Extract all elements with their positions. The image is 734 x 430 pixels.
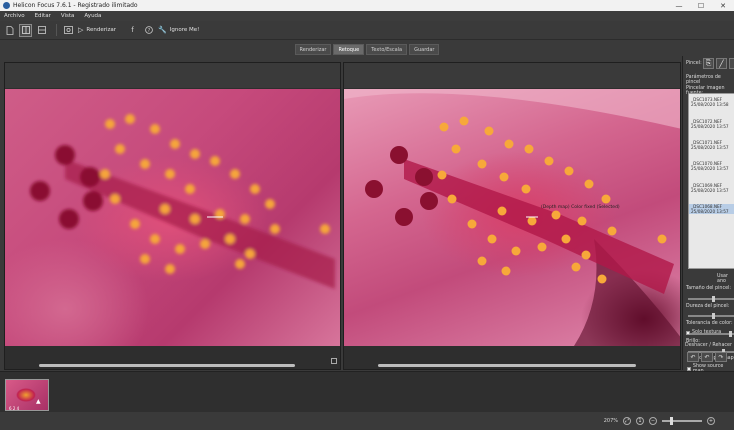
facebook-icon[interactable]: f bbox=[126, 24, 139, 37]
source-image[interactable] bbox=[5, 89, 340, 346]
zoom-fit-icon[interactable]: ⤢ bbox=[623, 417, 631, 425]
source-panel-header bbox=[5, 63, 340, 88]
brush-clone-icon[interactable]: ⎘ bbox=[703, 58, 714, 69]
menu-ayuda[interactable]: Ayuda bbox=[84, 13, 101, 19]
result-thumbnail[interactable]: ▲ 6 2 4 bbox=[5, 379, 49, 411]
brush-params-label: Parámetros de pincel bbox=[686, 75, 721, 85]
menu-editar[interactable]: Editar bbox=[35, 13, 51, 19]
list-item[interactable]: _DSC1069.NEF 25/08/2020 13:57 bbox=[691, 183, 729, 193]
brush-size-label: Tamaño del pincel: bbox=[686, 286, 731, 291]
split-view-horizontal-icon[interactable] bbox=[35, 24, 48, 37]
ignore-me-label: Ignore Me! bbox=[169, 27, 200, 33]
toolbar: ▷ Renderizar f ? 🔧 Ignore Me! bbox=[0, 21, 734, 40]
zoom-slider[interactable] bbox=[662, 417, 702, 425]
tab-retoque[interactable]: Retoque bbox=[333, 44, 365, 55]
zoom-actual-icon[interactable]: 1 bbox=[636, 417, 644, 425]
slider-knob[interactable] bbox=[711, 313, 715, 319]
zoom-level: 207% bbox=[603, 418, 618, 424]
redo-icon[interactable]: ↷ bbox=[715, 352, 727, 362]
wrench-icon: 🔧 bbox=[158, 26, 167, 34]
only-texture-checkbox[interactable]: Solo textura bbox=[686, 330, 721, 335]
thumbnail-label: 6 2 4 bbox=[9, 406, 20, 411]
help-icon[interactable]: ? bbox=[142, 24, 155, 37]
color-tolerance-label: Tolerancia de color: bbox=[686, 321, 733, 326]
slider-knob[interactable] bbox=[711, 296, 715, 302]
list-item[interactable]: _DSC1071.NEF 25/08/2020 13:57 bbox=[691, 140, 729, 150]
use-button[interactable]: Usar ano bbox=[717, 274, 734, 284]
window-controls: — ☐ ✕ bbox=[668, 2, 734, 10]
tab-guardar[interactable]: Guardar bbox=[409, 44, 440, 55]
filmstrip: ▲ 6 2 4 bbox=[0, 371, 734, 412]
fit-view-icon[interactable] bbox=[331, 358, 337, 364]
source-image-panel[interactable] bbox=[4, 62, 341, 370]
split-view-vertical-icon[interactable] bbox=[19, 23, 32, 37]
render-label: Renderizar bbox=[86, 27, 117, 33]
svg-text:?: ? bbox=[147, 28, 150, 34]
list-item[interactable]: _DSC1072.NEF 25/08/2020 13:57 bbox=[691, 119, 729, 129]
menu-archivo[interactable]: Archivo bbox=[4, 13, 25, 19]
list-item[interactable]: _DSC1073.NEF 25/08/2020 13:58 bbox=[691, 97, 729, 107]
list-item-selected[interactable]: _DSC1068.NEF 25/08/2020 13:57 bbox=[689, 204, 734, 214]
status-bar: 207% ⤢ 1 − + bbox=[0, 412, 734, 430]
brush-pencil-icon[interactable]: ╱ bbox=[716, 58, 727, 69]
new-file-icon[interactable] bbox=[3, 24, 16, 37]
tab-texto-escala[interactable]: Texto/Escala bbox=[366, 44, 408, 55]
result-horizontal-scrollbar[interactable] bbox=[378, 364, 636, 367]
result-image[interactable]: (Depth map) Color fixed (Selected) bbox=[344, 89, 680, 346]
toolbar-separator bbox=[56, 24, 57, 36]
retouch-side-panel: Pincel: ⎘ ╱ Parámetros de pincel Pincela… bbox=[682, 56, 734, 374]
menu-bar: Archivo Editar Vista Ayuda bbox=[0, 11, 734, 21]
source-horizontal-scrollbar[interactable] bbox=[39, 364, 295, 367]
minimize-button[interactable]: — bbox=[668, 2, 690, 10]
undo-icon[interactable]: ↶ bbox=[687, 352, 699, 362]
app-logo-icon bbox=[3, 2, 10, 9]
maximize-button[interactable]: ☐ bbox=[690, 2, 712, 10]
brush-size-slider[interactable] bbox=[688, 296, 734, 302]
result-image-panel[interactable]: (Depth map) Color fixed (Selected) bbox=[343, 62, 681, 370]
list-item[interactable]: _DSC1070.NEF 25/08/2020 13:57 bbox=[691, 161, 729, 171]
undo-redo-label: Deshacer / Rehacer bbox=[685, 343, 732, 348]
render-button[interactable]: ▷ Renderizar bbox=[78, 26, 116, 34]
play-icon: ▷ bbox=[78, 26, 84, 34]
brush-label: Pincel: bbox=[686, 61, 702, 66]
warning-icon: ▲ bbox=[36, 398, 41, 405]
result-panel-header bbox=[344, 63, 680, 88]
window-title: Helicon Focus 7.6.1 - Registrado ilimita… bbox=[13, 2, 138, 9]
undo-all-icon[interactable]: ↶ bbox=[701, 352, 713, 362]
source-file-list[interactable]: _DSC1073.NEF 25/08/2020 13:58 _DSC1072.NE… bbox=[688, 93, 734, 269]
menu-vista[interactable]: Vista bbox=[61, 13, 75, 19]
view-image-icon[interactable] bbox=[62, 24, 75, 37]
zoom-out-icon[interactable]: − bbox=[649, 417, 657, 425]
tab-renderizar[interactable]: Renderizar bbox=[294, 44, 332, 55]
brush-eraser-icon[interactable] bbox=[729, 58, 734, 69]
zoom-in-icon[interactable]: + bbox=[707, 417, 715, 425]
result-overlay-label: (Depth map) Color fixed (Selected) bbox=[541, 205, 620, 210]
brush-softness-label: Dureza del pincel: bbox=[686, 304, 730, 309]
brush-softness-slider[interactable] bbox=[688, 313, 734, 319]
title-bar: Helicon Focus 7.6.1 - Registrado ilimita… bbox=[0, 0, 734, 11]
side-panel-bottom: Solo textura Deshacer / Rehacer ↶ ↶ ↷ bbox=[682, 330, 734, 370]
zoom-slider-knob[interactable] bbox=[670, 417, 673, 425]
ignore-me-button[interactable]: 🔧 Ignore Me! bbox=[158, 26, 199, 34]
close-button[interactable]: ✕ bbox=[712, 2, 734, 10]
thumbnail-image bbox=[16, 388, 36, 402]
mode-tabs: Renderizar Retoque Texto/Escala Guardar bbox=[0, 40, 734, 55]
